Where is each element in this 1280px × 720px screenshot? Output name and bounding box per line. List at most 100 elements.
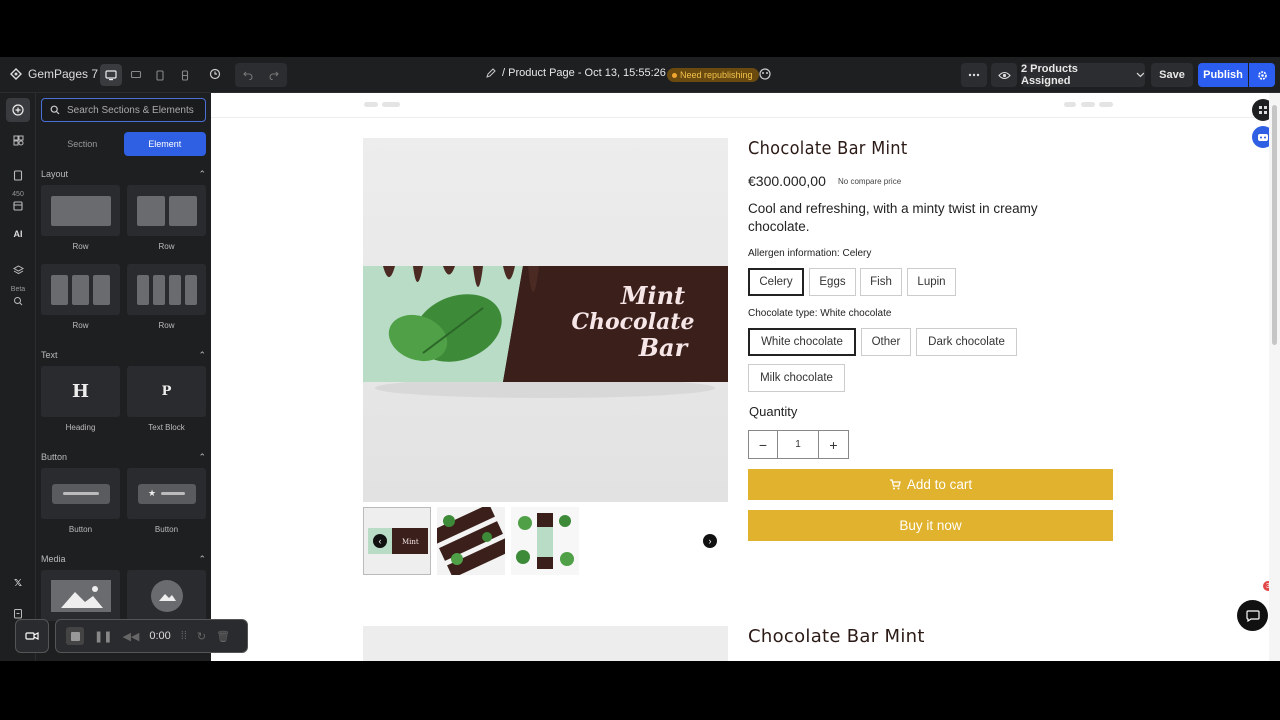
pause-icon[interactable]: ❚❚ xyxy=(94,630,112,643)
add-to-cart-label: Add to cart xyxy=(906,477,973,492)
thumbnail-image xyxy=(437,507,505,575)
publish-button[interactable]: Publish xyxy=(1198,63,1248,87)
product-price[interactable]: €300.000,00 xyxy=(748,173,826,189)
category-text-label: Text xyxy=(41,350,58,360)
quantity-decrease-button[interactable]: − xyxy=(749,431,778,458)
floating-assistant-button[interactable] xyxy=(1252,126,1269,148)
app-logo[interactable]: GemPages 7 xyxy=(10,67,98,81)
rail-global-styles[interactable] xyxy=(8,260,28,280)
type-option-dark[interactable]: Dark chocolate xyxy=(916,328,1017,356)
type-option-milk[interactable]: Milk chocolate xyxy=(748,364,845,392)
type-option-white[interactable]: White chocolate xyxy=(748,328,856,356)
chevron-up-icon: ⌃ xyxy=(198,169,206,179)
canvas-scrollbar[interactable] xyxy=(1269,93,1280,661)
category-button-label: Button xyxy=(41,452,68,462)
drag-handle-icon[interactable]: ⁞⁞ xyxy=(181,630,187,642)
trash-icon[interactable]: 🗑 xyxy=(216,630,230,643)
scrollbar-thumb[interactable] xyxy=(1272,105,1277,345)
plus-icon: + xyxy=(829,436,838,453)
svg-text:Mint: Mint xyxy=(402,538,419,546)
allergen-option-lupin[interactable]: Lupin xyxy=(907,268,956,296)
rail-pages[interactable] xyxy=(8,165,28,185)
desktop-view-button[interactable] xyxy=(100,64,122,86)
mobile-view-button[interactable] xyxy=(174,64,196,86)
quantity-input[interactable]: 1 xyxy=(778,431,819,458)
rail-add-elements[interactable] xyxy=(6,98,30,122)
rail-beta-feature[interactable] xyxy=(8,291,28,311)
theme-toggle-button[interactable] xyxy=(758,67,772,81)
save-button[interactable]: Save xyxy=(1151,63,1193,87)
quantity-increase-button[interactable]: + xyxy=(819,431,848,458)
header-placeholder xyxy=(382,102,400,107)
laptop-icon xyxy=(130,70,142,79)
x-icon[interactable]: 𝕏 xyxy=(8,573,28,593)
redo-icon[interactable] xyxy=(269,70,279,80)
gear-icon xyxy=(1257,70,1267,80)
preview-button[interactable] xyxy=(991,63,1017,87)
element-button-icon[interactable]: ★ Button xyxy=(127,468,206,534)
product-main-image[interactable]: Mint Chocolate Bar xyxy=(363,138,728,502)
buy-now-button[interactable]: Buy it now xyxy=(748,510,1113,541)
element-heading[interactable]: H Heading xyxy=(41,366,120,432)
product-thumbnail-2[interactable] xyxy=(437,507,505,575)
products-assigned-dropdown[interactable]: 2 Products Assigned xyxy=(1021,63,1145,87)
search-field[interactable] xyxy=(41,98,206,122)
category-text-header[interactable]: Text ⌃ xyxy=(41,350,206,361)
chevron-up-icon: ⌃ xyxy=(198,350,206,360)
element-button-plain[interactable]: Button xyxy=(41,468,120,534)
chat-widget-button[interactable] xyxy=(1237,600,1268,631)
floating-grid-button[interactable] xyxy=(1252,99,1269,121)
undo-icon[interactable] xyxy=(243,70,253,80)
element-row-4col[interactable]: Row xyxy=(127,264,206,330)
image-circle-thumbnail xyxy=(127,570,206,621)
product-description[interactable]: Cool and refreshing, with a minty twist … xyxy=(748,200,1078,236)
rail-templates[interactable] xyxy=(8,196,28,216)
element-image[interactable] xyxy=(41,570,120,621)
editor-canvas[interactable]: Mint Chocolate Bar Mint ‹ › Chocolate Ba… xyxy=(211,93,1269,661)
category-media-header[interactable]: Media ⌃ xyxy=(41,554,206,565)
element-row-1col[interactable]: Row xyxy=(41,185,120,251)
element-image-circle[interactable] xyxy=(127,570,206,621)
search-settings-icon xyxy=(14,297,23,306)
second-product-image[interactable] xyxy=(363,626,728,661)
restart-icon[interactable]: ↻ xyxy=(197,630,206,643)
element-row-3col[interactable]: Row xyxy=(41,264,120,330)
category-button-header[interactable]: Button ⌃ xyxy=(41,452,206,463)
bot-icon xyxy=(1258,134,1268,141)
more-options-button[interactable] xyxy=(961,63,987,87)
second-product-title[interactable]: Chocolate Bar Mint xyxy=(748,626,925,647)
allergen-option-celery[interactable]: Celery xyxy=(748,268,804,296)
app-name: GemPages 7 xyxy=(28,67,99,81)
laptop-view-button[interactable] xyxy=(125,64,147,86)
allergen-option-eggs[interactable]: Eggs xyxy=(809,268,856,296)
thumbnail-next-button[interactable]: › xyxy=(703,534,717,548)
quantity-label: Quantity xyxy=(749,404,798,419)
search-input[interactable] xyxy=(67,104,197,116)
element-text-block[interactable]: P Text Block xyxy=(127,366,206,432)
tab-element[interactable]: Element xyxy=(123,132,206,156)
allergen-option-fish[interactable]: Fish xyxy=(860,268,902,296)
rail-layers[interactable] xyxy=(8,130,28,150)
tablet-view-button[interactable] xyxy=(149,64,171,86)
product-title[interactable]: Chocolate Bar Mint xyxy=(748,138,907,159)
tab-section[interactable]: Section xyxy=(41,132,124,156)
recorder-camera-button[interactable] xyxy=(15,619,49,653)
product-thumbnail-3[interactable] xyxy=(511,507,579,575)
rewind-icon[interactable]: ◀◀ xyxy=(122,630,139,643)
stop-recording-button[interactable] xyxy=(66,627,84,645)
element-label: Heading xyxy=(65,423,96,432)
edit-pencil-icon xyxy=(486,68,496,78)
category-layout-header[interactable]: Layout ⌃ xyxy=(41,169,206,180)
thumbnail-prev-button[interactable]: ‹ xyxy=(373,534,387,548)
add-to-cart-button[interactable]: Add to cart xyxy=(748,469,1113,500)
element-row-2col[interactable]: Row xyxy=(127,185,206,251)
page-title-selector[interactable]: / Product Page - Oct 13, 15:55:26 xyxy=(486,67,681,79)
publish-settings-button[interactable] xyxy=(1249,63,1275,87)
packaging-text-mint: Mint xyxy=(620,281,686,310)
history-button[interactable] xyxy=(209,68,221,80)
type-option-other[interactable]: Other xyxy=(861,328,911,356)
chat-icon xyxy=(1245,609,1260,622)
rail-ai[interactable]: AI xyxy=(8,224,28,244)
compare-price[interactable]: No compare price xyxy=(838,177,901,186)
image-thumbnail xyxy=(41,570,120,621)
